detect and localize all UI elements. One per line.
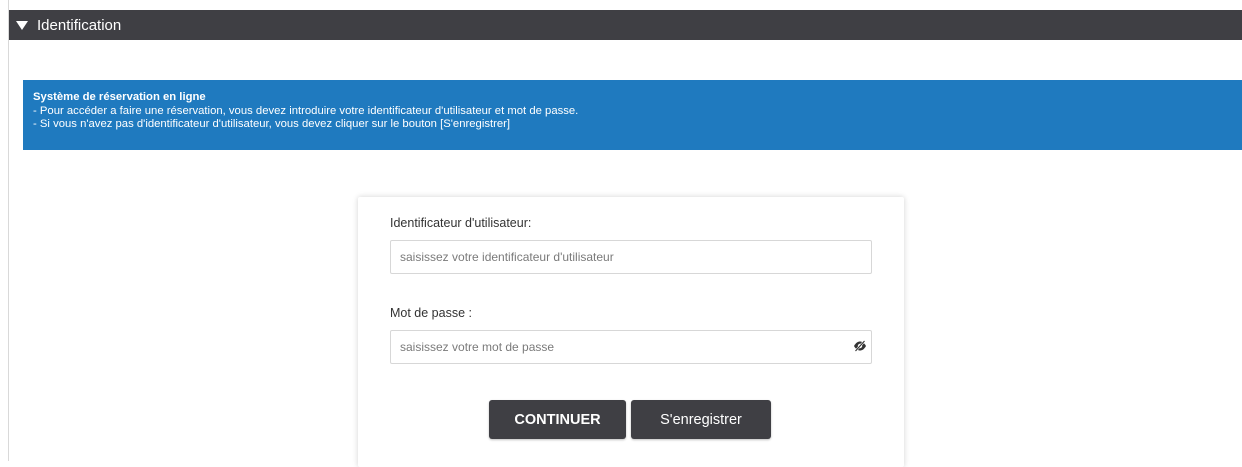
banner-line-1: - Pour accéder a faire une réservation, … — [33, 104, 579, 117]
info-banner: Système de réservation en ligne - Pour a… — [23, 80, 1242, 150]
username-label: Identificateur d'utilisateur: — [390, 216, 532, 230]
section-header-identification[interactable]: Identification — [9, 10, 1242, 40]
username-input[interactable] — [390, 240, 872, 274]
banner-line-2: - Si vous n'avez pas d'identificateur d'… — [33, 118, 511, 130]
register-button[interactable]: S'enregistrer — [631, 400, 771, 439]
password-input[interactable] — [390, 330, 872, 364]
banner-title: Système de réservation en ligne — [33, 91, 206, 103]
continue-button[interactable]: CONTINUER — [489, 400, 626, 439]
caret-down-icon — [16, 21, 28, 30]
password-label: Mot de passe : — [390, 306, 472, 320]
eye-slash-icon[interactable] — [853, 340, 867, 352]
section-title: Identification — [37, 16, 122, 34]
login-card: Identificateur d'utilisateur: Mot de pas… — [358, 197, 904, 467]
